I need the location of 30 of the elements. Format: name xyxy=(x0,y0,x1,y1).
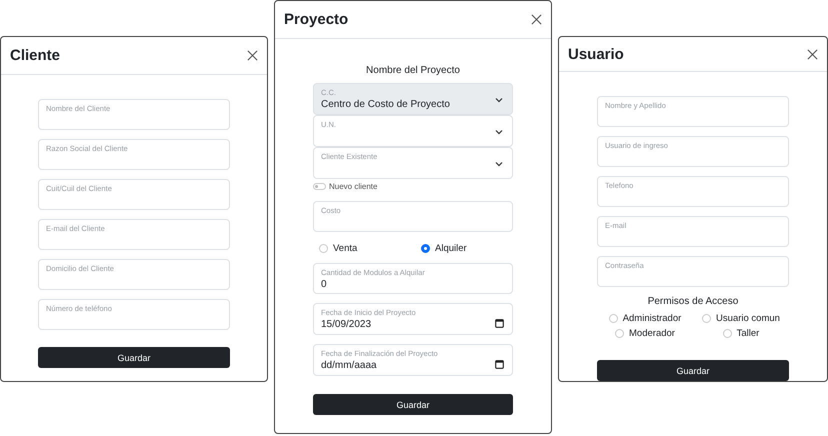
radio-label: Alquiler xyxy=(435,243,467,254)
modal-title: Proyecto xyxy=(284,11,348,28)
modal-title: Cliente xyxy=(10,47,60,64)
save-button[interactable]: Guardar xyxy=(38,347,230,368)
save-button[interactable]: Guardar xyxy=(597,360,789,381)
calendar-icon[interactable] xyxy=(495,360,504,369)
radio-label: Administrador xyxy=(622,313,682,324)
toggle-switch[interactable] xyxy=(313,183,326,190)
radio-label: Usuario comun xyxy=(716,313,780,324)
radio-label: Venta xyxy=(333,243,358,254)
radio-label: Taller xyxy=(736,328,760,339)
save-button[interactable]: Guardar xyxy=(313,394,513,415)
calendar-icon[interactable] xyxy=(495,319,504,328)
radio-button[interactable] xyxy=(702,314,712,323)
radio-label: Moderador xyxy=(629,328,675,339)
chevron-down-icon xyxy=(495,161,503,167)
radio-button[interactable] xyxy=(319,244,328,253)
radio-button[interactable] xyxy=(421,244,430,253)
close-icon[interactable] xyxy=(247,50,258,61)
radio-button[interactable] xyxy=(615,329,624,338)
close-icon[interactable] xyxy=(531,14,542,25)
radio-button[interactable] xyxy=(608,314,618,323)
chevron-down-icon xyxy=(495,129,503,135)
chevron-down-icon xyxy=(495,97,503,103)
switch-label: Nuevo cliente xyxy=(329,182,378,191)
close-icon[interactable] xyxy=(807,48,818,60)
radio-button[interactable] xyxy=(722,329,732,338)
section-heading: Nombre del Proyecto xyxy=(366,65,460,76)
section-heading: Permisos de Acceso xyxy=(648,296,738,307)
modal-title: Usuario xyxy=(568,46,624,62)
